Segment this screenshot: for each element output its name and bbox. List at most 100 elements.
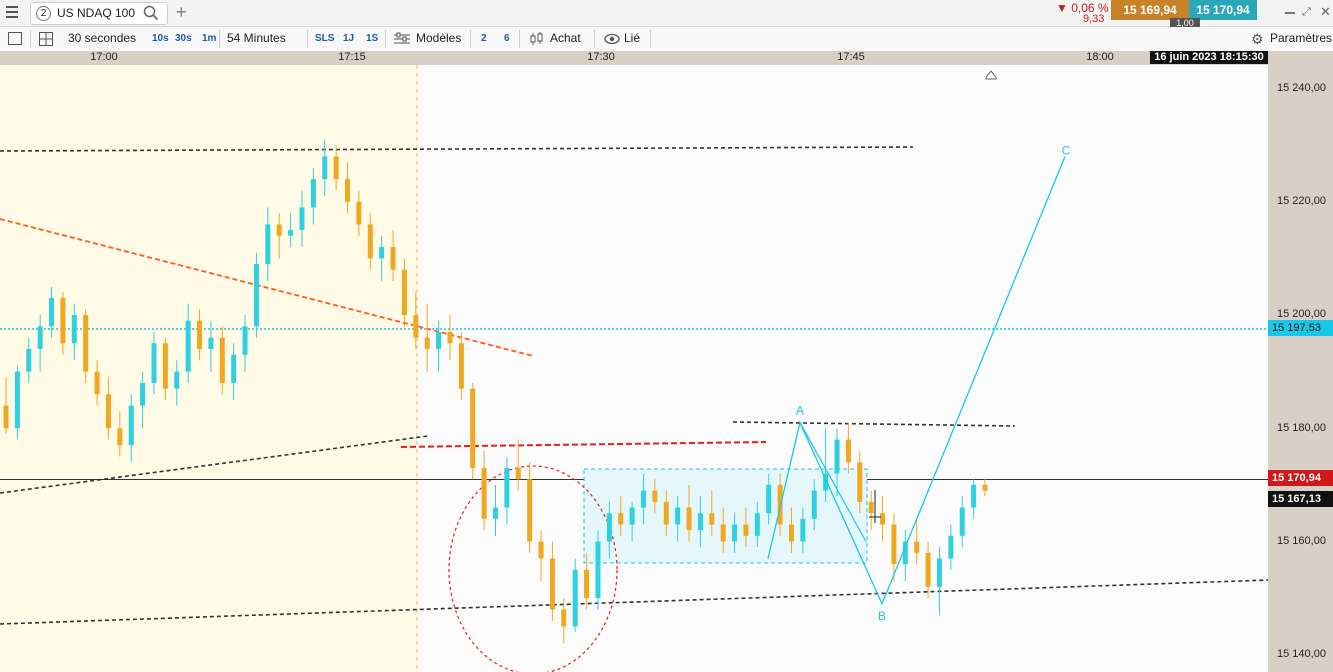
session-highlight: [0, 65, 417, 672]
candle-body: [800, 518, 806, 542]
minimize-icon[interactable]: [1285, 12, 1295, 14]
separator: [519, 30, 520, 48]
buy-price-button[interactable]: 15 170,94: [1189, 0, 1257, 20]
option-6-button[interactable]: 6: [504, 33, 510, 44]
candle-body: [174, 371, 180, 389]
menu-icon[interactable]: [6, 6, 18, 18]
price-tick-label: 15 200,00: [1277, 308, 1326, 320]
sell-price-button[interactable]: 15 169,94: [1111, 0, 1189, 20]
instrument-tab[interactable]: 2 US NDAQ 100: [30, 2, 168, 25]
candle-body: [310, 179, 316, 208]
candle-body: [493, 507, 498, 519]
candle-body: [606, 513, 612, 542]
screen-icon[interactable]: [8, 32, 22, 45]
gear-icon[interactable]: ⚙: [1251, 31, 1264, 48]
candle-body: [788, 524, 794, 542]
linked-button[interactable]: Lié: [624, 31, 640, 45]
candle-body: [595, 541, 601, 599]
tf-1m-button[interactable]: 1m: [202, 33, 216, 44]
candle-body: [219, 337, 225, 383]
candle-body: [333, 156, 339, 180]
candle-body: [549, 558, 555, 610]
candle-body: [584, 569, 590, 599]
tf-10s-button[interactable]: 10s: [152, 33, 169, 44]
candle-body: [424, 337, 430, 349]
price-tick-label: 15 140,00: [1277, 648, 1326, 660]
candle-body: [754, 513, 760, 536]
candle-body: [948, 535, 954, 559]
layout-grid-icon[interactable]: [39, 32, 53, 49]
candle-body: [37, 326, 43, 349]
candle-body: [71, 315, 77, 344]
candle-body: [857, 462, 863, 502]
price-tick-label: 15 220,00: [1277, 195, 1326, 207]
last-price-marker: 15 170,94: [1268, 470, 1333, 486]
candle-body: [527, 479, 533, 542]
candle-body: [652, 490, 658, 502]
pattern-point-label: A: [796, 404, 804, 418]
separator: [219, 30, 220, 48]
candle-body: [447, 331, 453, 344]
price-tick-label: 15 180,00: [1277, 422, 1326, 434]
range-selector[interactable]: 54 Minutes: [227, 31, 286, 45]
time-tick-label: 17:30: [587, 51, 615, 63]
range-1s-button[interactable]: 1S: [366, 33, 378, 44]
add-tab-icon[interactable]: +: [176, 2, 187, 23]
candle-body: [663, 501, 669, 525]
title-bar: 2 US NDAQ 100 + ▼ 0,06 % 9,33 15 169,94 …: [0, 0, 1333, 28]
price-tick-label: 15 160,00: [1277, 535, 1326, 547]
candle-body: [105, 394, 111, 429]
detach-icon[interactable]: ⤢: [1302, 6, 1311, 19]
candle-body: [458, 343, 464, 389]
price-axis[interactable]: [1268, 51, 1333, 672]
current-price-marker: 15 167,13: [1268, 491, 1333, 507]
separator: [30, 30, 31, 48]
time-tick-label: 17:00: [90, 51, 118, 63]
candle-body: [242, 326, 248, 355]
candle-body: [504, 467, 510, 508]
chart-toolbar: 30 secondes 10s 30s 1m 54 Minutes SLS 1J…: [0, 27, 1333, 52]
candle-body: [356, 201, 362, 225]
models-icon[interactable]: [394, 32, 410, 49]
candle-body: [936, 558, 942, 587]
candle-body: [914, 541, 920, 553]
price-chart[interactable]: A B C: [0, 65, 1268, 672]
candle-body: [231, 354, 237, 383]
settings-button[interactable]: Paramètres: [1270, 31, 1332, 45]
candle-body: [925, 552, 931, 587]
close-icon[interactable]: ✕: [1320, 4, 1331, 20]
candle-body: [845, 439, 851, 463]
price-tick-label: 15 240,00: [1277, 82, 1326, 94]
candle-body: [834, 439, 840, 474]
candle-body: [959, 507, 965, 536]
buy-button[interactable]: Achat: [550, 31, 581, 45]
candle-body: [265, 224, 271, 265]
candle-body: [208, 337, 214, 349]
candle-body: [185, 320, 191, 372]
candle-body: [413, 315, 419, 338]
candle-body: [572, 569, 578, 627]
candles-icon[interactable]: [529, 31, 545, 50]
candle-body: [14, 371, 20, 429]
candle-body: [401, 269, 407, 315]
cyan-level-marker: 15 197,53: [1268, 320, 1333, 336]
candle-body: [276, 224, 282, 236]
timeframe-selector[interactable]: 30 secondes: [68, 31, 136, 45]
candle-body: [299, 207, 305, 231]
search-icon[interactable]: [143, 5, 159, 24]
tf-30s-button[interactable]: 30s: [175, 33, 192, 44]
candle-body: [709, 513, 715, 525]
candle-body: [766, 484, 772, 514]
sls-button[interactable]: SLS: [315, 33, 334, 44]
candle-body: [686, 507, 692, 531]
candle-body: [982, 484, 988, 491]
candle-body: [197, 320, 203, 349]
range-1j-button[interactable]: 1J: [343, 33, 354, 44]
separator: [307, 30, 308, 48]
option-2-button[interactable]: 2: [481, 33, 487, 44]
candle-body: [322, 156, 328, 180]
candle-body: [515, 467, 521, 480]
candle-body: [675, 507, 681, 525]
models-button[interactable]: Modèles: [416, 31, 461, 45]
eye-icon[interactable]: [604, 33, 620, 48]
